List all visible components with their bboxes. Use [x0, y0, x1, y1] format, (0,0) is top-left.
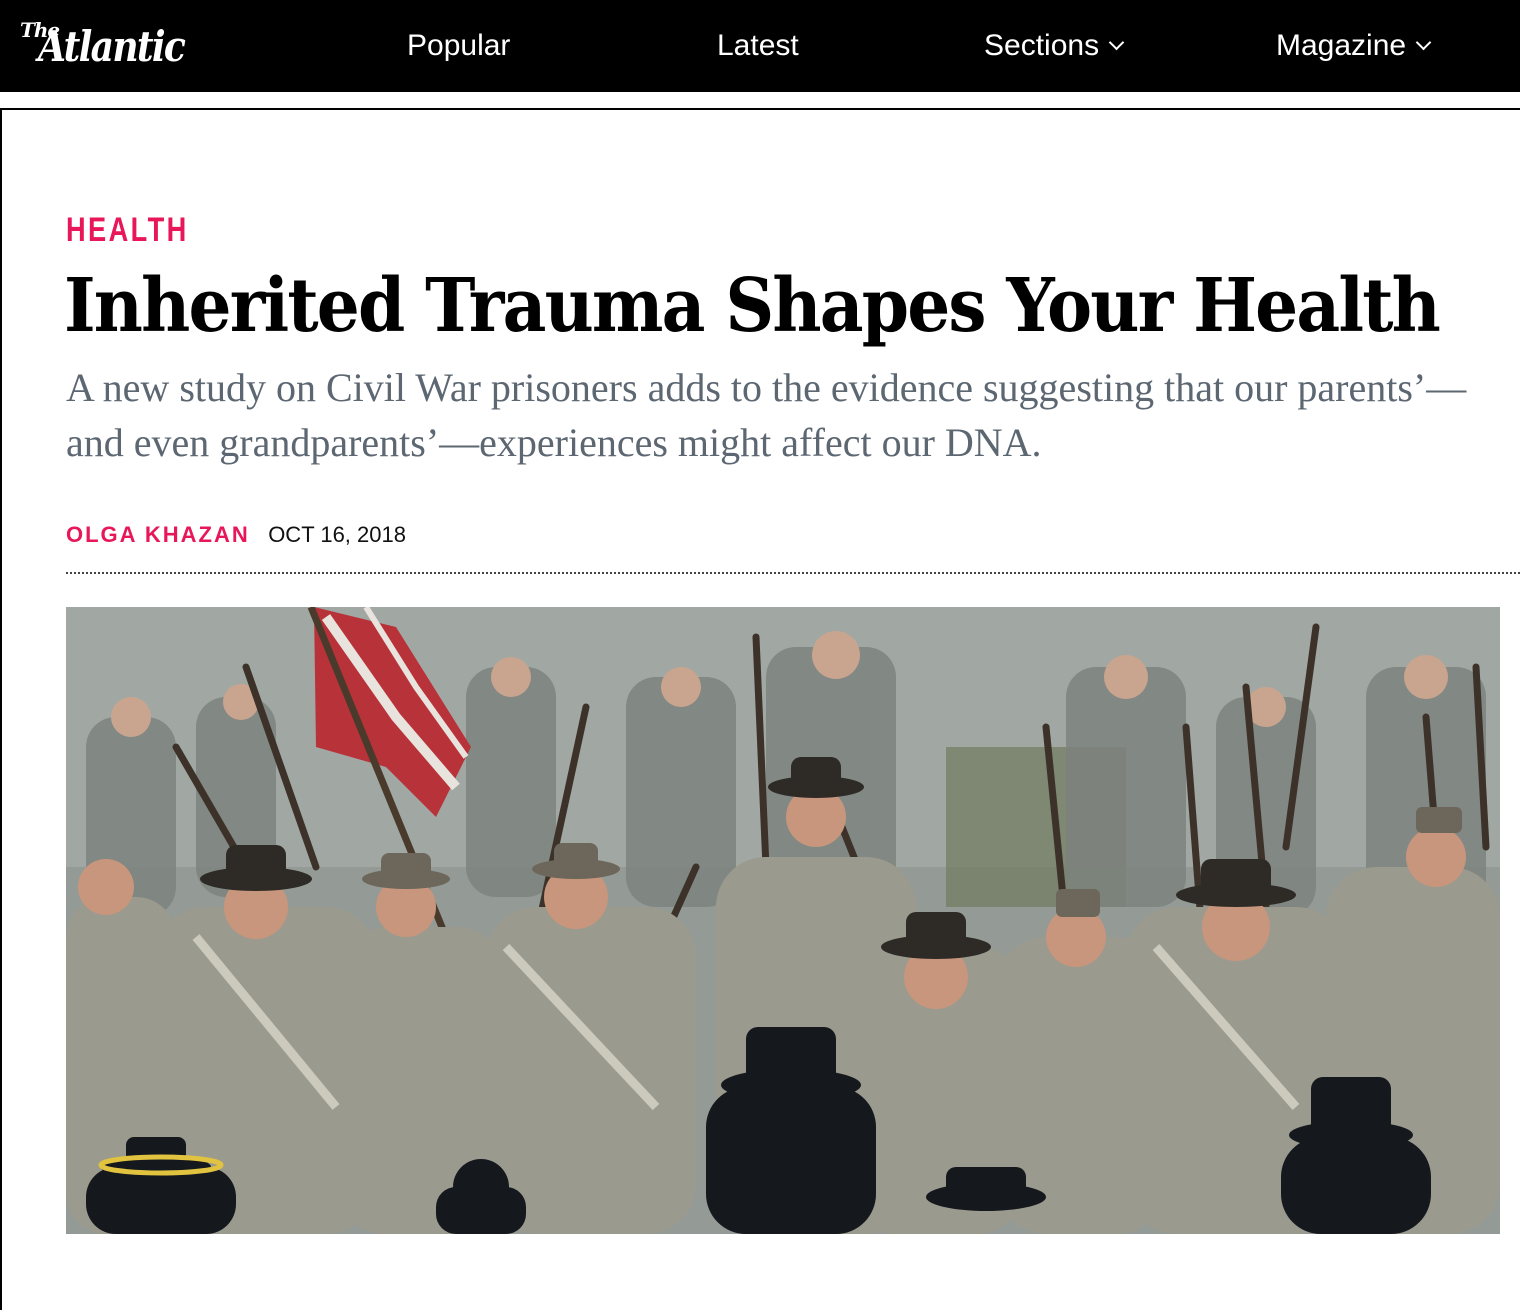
section-label-health[interactable]: HEALTH: [66, 208, 189, 252]
the-atlantic-logo[interactable]: The Atlantic: [20, 12, 190, 72]
nav-latest[interactable]: Latest: [717, 26, 799, 66]
nav-sections-label: Sections: [984, 29, 1100, 62]
nav-sections[interactable]: Sections: [984, 26, 1125, 66]
publish-date: OCT 16, 2018: [268, 522, 406, 547]
logo-name: Atlantic: [38, 22, 186, 71]
article-dek: A new study on Civil War prisoners adds …: [66, 365, 1467, 465]
top-navigation-bar: The Atlantic Popular Latest Sections Mag…: [0, 0, 1520, 92]
dotted-divider: [66, 572, 1520, 574]
nav-magazine[interactable]: Magazine: [1276, 26, 1432, 66]
nav-magazine-label: Magazine: [1276, 29, 1407, 62]
chevron-down-icon: [1415, 34, 1432, 51]
lead-photo: [66, 607, 1500, 1234]
nav-popular-label: Popular: [407, 29, 511, 62]
nav-popular[interactable]: Popular: [407, 26, 510, 66]
author-link[interactable]: OLGA KHAZAN: [66, 522, 250, 547]
nav-latest-label: Latest: [717, 29, 799, 62]
article-headline: Inherited Trauma Shapes Your Health: [64, 263, 1441, 349]
chevron-down-icon: [1108, 34, 1125, 51]
lead-photo-illustration: [66, 607, 1500, 1234]
byline: OLGA KHAZAN OCT 16, 2018: [66, 518, 406, 552]
